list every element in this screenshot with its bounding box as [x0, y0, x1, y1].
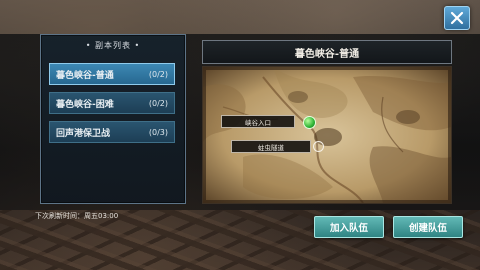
location-ring-icon[interactable] — [313, 141, 324, 152]
dungeon-list-title: • 副本列表 • — [85, 41, 141, 50]
map-label-entrance[interactable]: 峡谷入口 — [221, 115, 295, 128]
map-label-tunnel[interactable]: 蛀虫隧道 — [231, 140, 311, 153]
refresh-time-text: 下次刷新时间：周五03:00 — [35, 212, 119, 220]
dungeon-item-label: 回声港保卫战 — [56, 128, 111, 139]
location-marker-icon[interactable] — [303, 116, 316, 129]
dungeon-item-label: 暮色峡谷-普通 — [56, 70, 114, 81]
dungeon-item-twilight-normal[interactable]: 暮色峡谷-普通 (0/2) — [49, 63, 175, 85]
dungeon-list-panel: • 副本列表 • 暮色峡谷-普通 (0/2) 暮色峡谷-困难 (0/2) 回声港… — [40, 34, 186, 204]
close-icon — [450, 11, 464, 25]
dungeon-item-count: (0/2) — [148, 69, 168, 79]
dungeon-item-count: (0/3) — [148, 127, 168, 137]
dungeon-map: 峡谷入口 蛀虫隧道 — [202, 66, 452, 204]
dungeon-item-label: 暮色峡谷-困难 — [56, 99, 114, 110]
map-title: 暮色峡谷-普通 — [202, 40, 452, 64]
dungeon-item-echo-harbor[interactable]: 回声港保卫战 (0/3) — [49, 121, 175, 143]
dungeon-item-count: (0/2) — [148, 98, 168, 108]
create-team-button[interactable]: 创建队伍 — [393, 216, 463, 238]
dungeon-item-twilight-hard[interactable]: 暮色峡谷-困难 (0/2) — [49, 92, 175, 114]
map-artwork — [203, 67, 451, 203]
join-team-button[interactable]: 加入队伍 — [314, 216, 384, 238]
close-button[interactable] — [444, 6, 470, 30]
